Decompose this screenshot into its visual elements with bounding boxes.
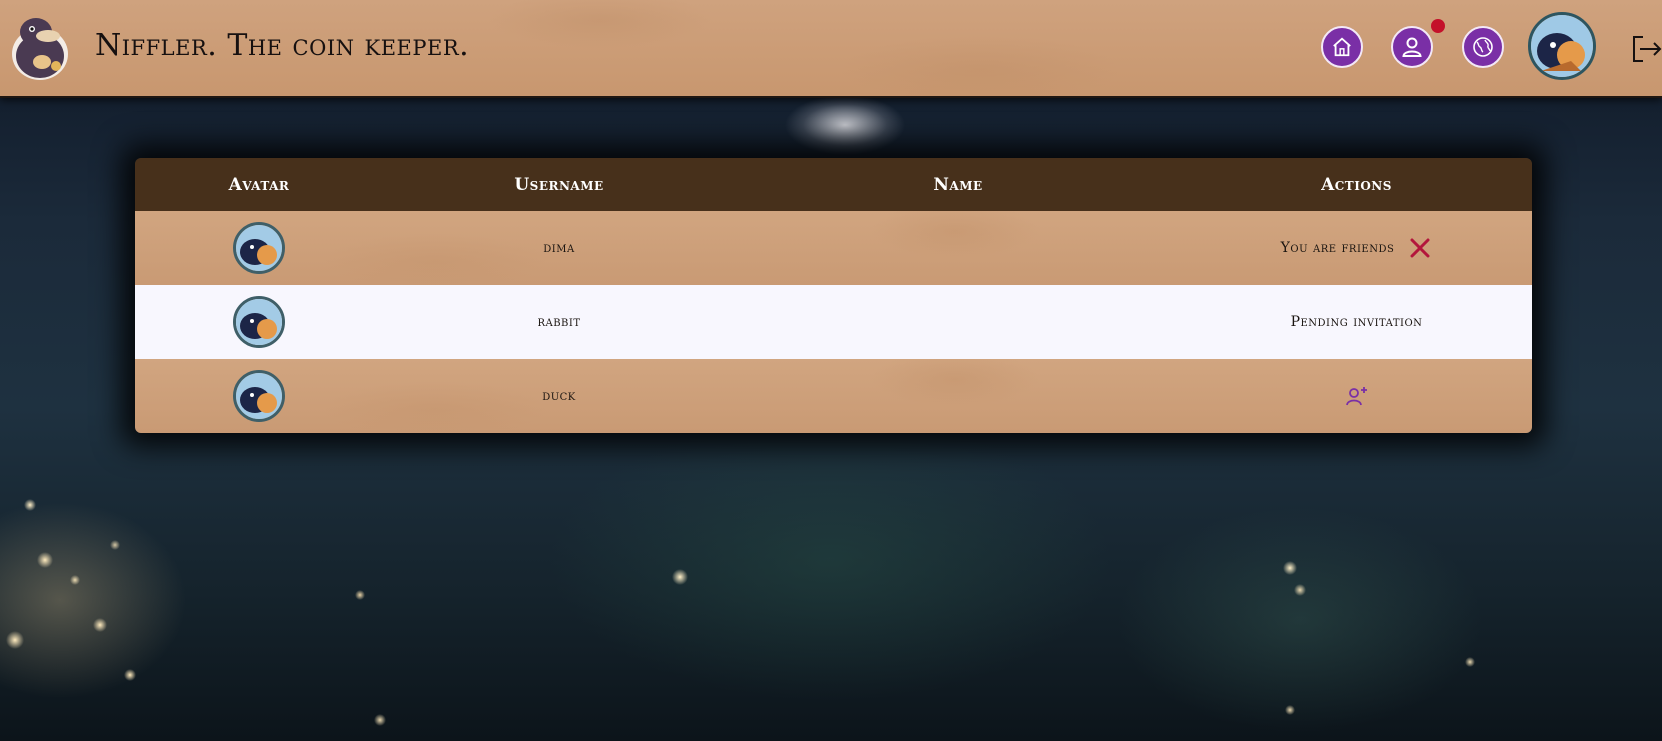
add-friend-button[interactable] — [1345, 384, 1369, 408]
table-header: Avatar Username Name Actions — [135, 158, 1532, 211]
table-row: rabbit Pending invitation — [135, 285, 1532, 359]
avatar-cell — [135, 222, 383, 274]
actions-cell: You are friends — [1181, 236, 1532, 260]
column-header-avatar: Avatar — [228, 174, 290, 195]
home-button[interactable] — [1321, 26, 1363, 68]
avatar-image — [236, 299, 282, 345]
logout-icon[interactable] — [1630, 33, 1662, 65]
add-friend-icon — [1345, 387, 1367, 406]
app-title: Niffler. The coin keeper. — [95, 28, 470, 63]
avatar — [233, 296, 285, 348]
people-table: Avatar Username Name Actions dima You ar… — [135, 158, 1532, 433]
friend-status-label: You are friends — [1280, 240, 1395, 256]
avatar — [233, 222, 285, 274]
remove-friend-button[interactable] — [1408, 236, 1432, 260]
column-header-actions: Actions — [1321, 174, 1392, 195]
avatar-cell — [135, 296, 383, 348]
username-cell: dima — [543, 240, 575, 256]
table-row: duck — [135, 359, 1532, 433]
avatar-cell — [135, 370, 383, 422]
globe-icon — [1473, 37, 1493, 57]
home-icon — [1333, 37, 1351, 57]
avatar — [233, 370, 285, 422]
niffler-logo[interactable] — [6, 10, 74, 82]
header-user-avatar[interactable] — [1528, 12, 1596, 80]
avatar-image — [236, 225, 282, 271]
user-avatar-image — [1531, 15, 1593, 77]
user-icon — [1402, 37, 1422, 57]
column-header-name: Name — [933, 174, 983, 195]
pending-invitation-label: Pending invitation — [1290, 314, 1423, 330]
notification-badge — [1431, 19, 1445, 33]
column-header-username: Username — [514, 174, 604, 195]
actions-cell: Pending invitation — [1181, 314, 1532, 330]
actions-cell — [1181, 384, 1532, 408]
username-cell: duck — [542, 388, 576, 404]
table-row: dima You are friends — [135, 211, 1532, 285]
profile-button[interactable] — [1391, 26, 1433, 68]
avatar-image — [236, 373, 282, 419]
close-icon — [1410, 238, 1430, 258]
friends-button[interactable] — [1462, 26, 1504, 68]
top-header: Niffler. The coin keeper. — [0, 0, 1662, 98]
username-cell: rabbit — [537, 314, 581, 330]
